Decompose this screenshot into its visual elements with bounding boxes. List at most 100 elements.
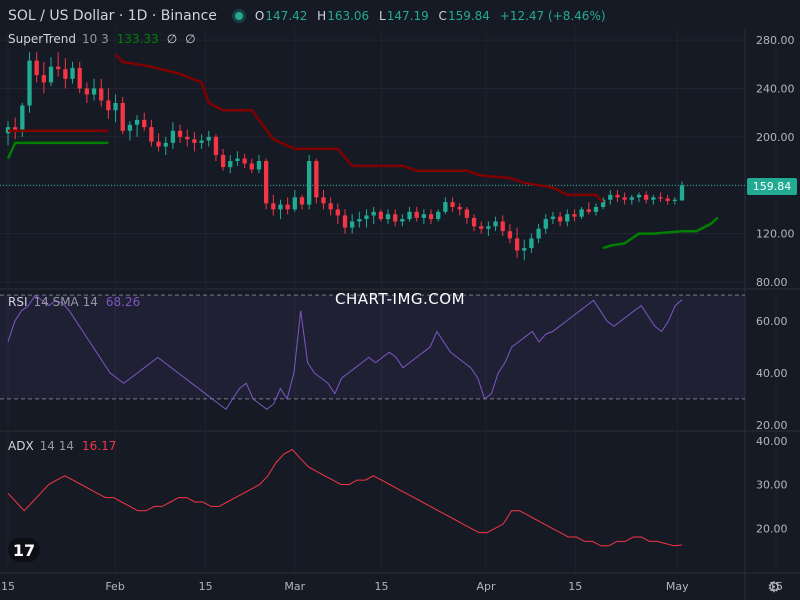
candle-body (536, 228, 541, 239)
adx-line (7, 448, 683, 547)
rsi-band-fill (0, 295, 745, 399)
adx-pane (7, 448, 683, 547)
hidden-value-icon: ∅ (185, 32, 196, 46)
candle-body (292, 197, 297, 210)
candle-body (514, 238, 520, 251)
candle-body (84, 88, 90, 95)
time-tick-label: May (666, 580, 689, 593)
candle-body (177, 130, 183, 137)
candle-body (342, 215, 348, 228)
candle-body (256, 161, 262, 170)
candle-body (393, 214, 398, 222)
adx-params: 14 14 (39, 439, 75, 453)
chart-header: SOL / US Dollar · 1D · Binance O147.42 H… (8, 6, 612, 26)
candle-body (443, 202, 448, 212)
supertrend-up-line (602, 216, 719, 250)
candle-body (643, 194, 649, 200)
supertrend-legend[interactable]: SuperTrend 10 3 133.33 ∅ ∅ (8, 32, 196, 46)
hidden-value-icon: ∅ (166, 32, 178, 46)
candle-body (651, 197, 656, 200)
candle-body (27, 60, 32, 106)
time-tick-label: Mar (284, 580, 305, 593)
time-tick-label: 15 (199, 580, 213, 593)
candle-body (364, 215, 369, 220)
open-value: 147.42 (265, 9, 308, 23)
candle-body (450, 202, 455, 207)
price-tick-label: 120.00 (756, 228, 795, 241)
candle-body (493, 221, 498, 227)
candle-body (106, 100, 111, 111)
candle-body (464, 209, 470, 218)
candle-body (213, 136, 219, 155)
symbol-title[interactable]: SOL / US Dollar · 1D · Binance (8, 8, 217, 24)
adx-tick-label: 20.00 (756, 522, 788, 535)
candle-body (134, 119, 140, 125)
candle-body (41, 75, 47, 83)
high-value: 163.06 (327, 9, 370, 23)
candle-body (436, 211, 441, 220)
candle-body (156, 141, 161, 147)
candle-body (622, 197, 627, 200)
rsi-tick-label: 20.00 (756, 419, 788, 432)
open-label: O (254, 9, 265, 23)
candle-body (149, 127, 154, 142)
time-tick-label: Feb (105, 580, 124, 593)
candle-body (636, 194, 642, 198)
supertrend-up-line (6, 141, 109, 160)
watermark: CHART-IMG.COM (334, 290, 466, 308)
tradingview-logo-icon[interactable]: 17 (8, 538, 40, 562)
candle-body (572, 214, 577, 217)
price-tick-label: 200.00 (756, 131, 795, 144)
market-open-dot-icon (234, 12, 243, 20)
candle-body (471, 217, 477, 227)
candle-body (479, 226, 484, 229)
candle-body (428, 214, 434, 220)
candle-body (91, 88, 97, 95)
supertrend-params: 10 3 (82, 32, 109, 46)
candle-body (199, 140, 204, 143)
close-label: C (438, 9, 447, 23)
candle-body (314, 161, 319, 198)
candle-body (34, 60, 39, 76)
candle-body (407, 211, 412, 220)
candle-body (665, 198, 670, 201)
supertrend-name: SuperTrend (8, 32, 76, 46)
candle-body (242, 158, 247, 164)
candle-body (507, 231, 513, 239)
last-price-tag: 159.84 (747, 178, 797, 195)
candle-body (586, 209, 591, 212)
candle-body (371, 211, 376, 216)
candle-body (127, 124, 133, 131)
candle-body (350, 221, 355, 228)
candle-body (550, 216, 556, 220)
rsi-tick-label: 40.00 (756, 367, 788, 380)
ohlc-readout: O147.42 H163.06 L147.19 C159.84 +12.47 (… (255, 9, 612, 23)
adx-legend[interactable]: ADX 14 14 16.17 (8, 439, 116, 453)
candle-body (486, 226, 491, 229)
candle-body (228, 161, 233, 168)
candle-body (400, 219, 405, 222)
candle-body (306, 161, 312, 205)
candle-body (421, 214, 427, 218)
candle-body (249, 163, 254, 170)
candle-body (220, 154, 226, 168)
candle-body (629, 197, 634, 200)
candle-body (679, 185, 685, 201)
change-value: +12.47 (+8.46%) (499, 9, 606, 23)
low-value: 147.19 (386, 9, 429, 23)
candle-body (615, 194, 620, 198)
price-tick-label: 280.00 (756, 34, 795, 47)
candle-body (557, 216, 563, 222)
settings-gear-icon[interactable]: ⚙ (765, 578, 783, 596)
candle-body (658, 197, 663, 199)
rsi-tick-label: 60.00 (756, 315, 788, 328)
candle-body (500, 221, 505, 232)
candle-body (414, 211, 419, 218)
candle-body (120, 102, 125, 131)
candle-body (56, 66, 61, 70)
candle-body (63, 69, 68, 79)
close-value: 159.84 (447, 9, 490, 23)
price-tick-label: 80.00 (756, 276, 788, 289)
candle-body (142, 119, 147, 128)
rsi-pane (0, 294, 745, 411)
